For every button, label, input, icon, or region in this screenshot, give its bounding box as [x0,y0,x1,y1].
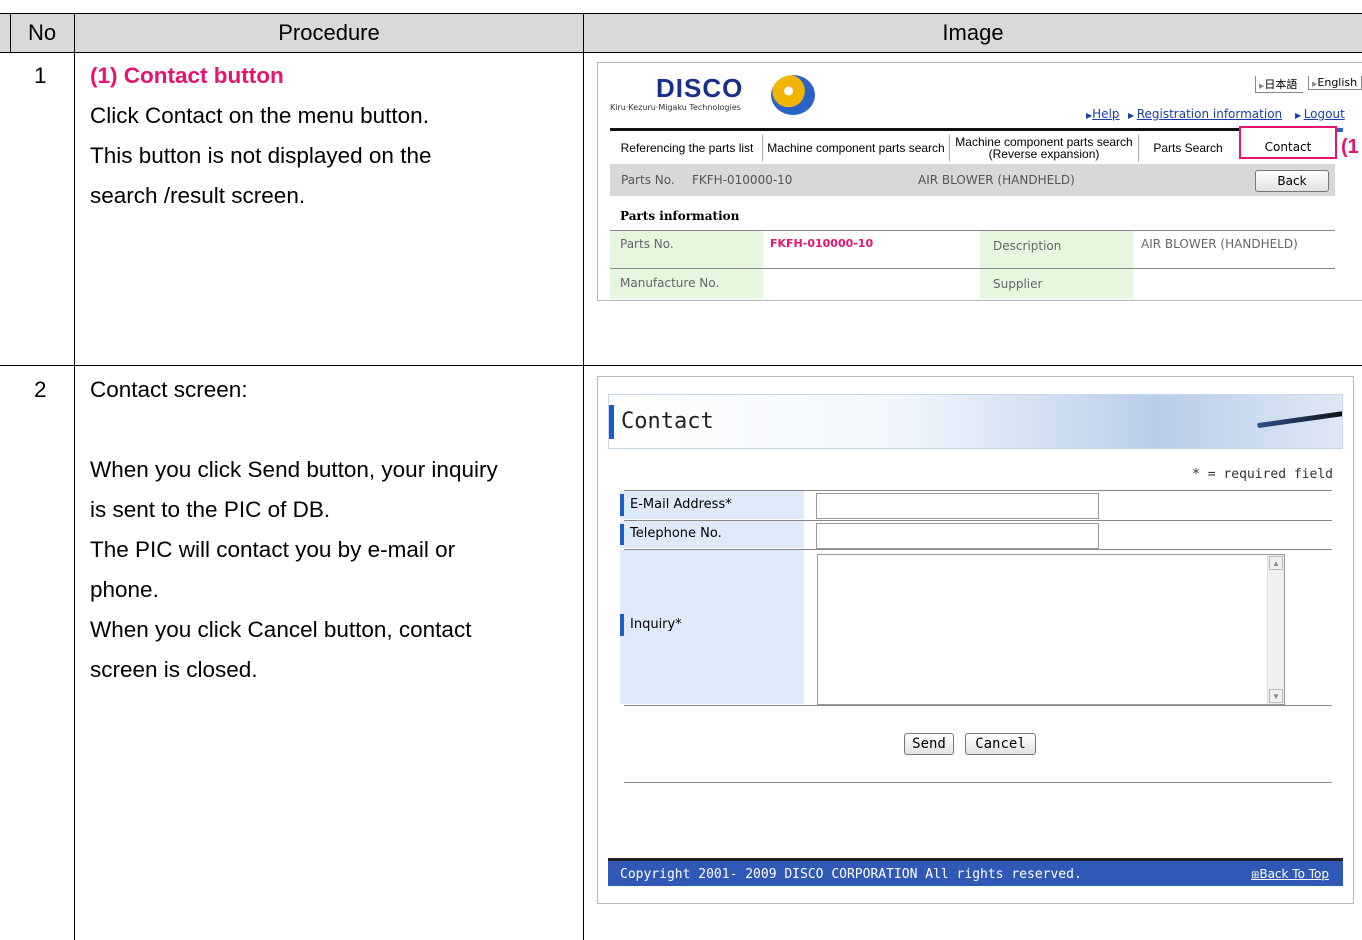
triangle-icon: ▶ [1128,111,1137,120]
info-description-value: AIR BLOWER (HANDHELD) [1141,237,1298,251]
back-to-top-link[interactable]: ⊞Back To Top [1251,867,1329,881]
row1-number: 1 [34,63,47,88]
telephone-field[interactable] [816,523,1099,549]
language-jp-link[interactable]: ▶日本語 [1255,76,1304,93]
back-to-top-label: Back To Top [1259,867,1329,881]
row1-title: (1) Contact button [90,63,284,88]
parts-bar-label: Parts No. [621,173,675,187]
row2-line3: The PIC will contact you by e-mail or [90,537,456,562]
tab-reverse-expansion[interactable]: Machine component parts search (Reverse … [950,135,1139,162]
tab-reverse-line2: (Reverse expansion) [988,147,1100,161]
tab-parts-search[interactable]: Parts Search [1139,135,1237,161]
header-procedure: Procedure [278,20,380,45]
row2-line6: screen is closed. [90,657,258,682]
logout-label: Logout [1303,107,1345,121]
label-bar [620,614,624,636]
back-button[interactable]: Back [1255,170,1329,192]
language-jp-label: 日本語 [1264,78,1298,91]
contact-screen-screenshot: Contact * = required field E-Mail Addres… [597,376,1354,904]
table-col-divider-1 [74,13,75,940]
table-border-header [0,52,1362,53]
email-label-cell: E-Mail Address* [620,491,804,519]
parts-bar-value: FKFH-010000-10 [692,173,793,187]
email-label: E-Mail Address* [630,497,732,512]
inquiry-textarea[interactable]: ▲ ▼ [817,554,1285,705]
parts-information-title: Parts information [620,209,740,223]
header-image: Image [942,20,1004,45]
row2-title: Contact screen: [90,377,248,402]
row2-line1: When you click Send button, your inquiry [90,457,498,482]
contact-banner: Contact [608,394,1343,449]
row1-line1: Click Contact on the menu button. [90,103,429,128]
info-manufacture-label: Manufacture No. [620,276,720,290]
row2-number: 2 [34,377,47,402]
row2-line2: is sent to the PIC of DB. [90,497,331,522]
tab-contact[interactable]: Contact [1239,126,1337,159]
logout-link[interactable]: ▶ Logout [1295,107,1345,121]
email-field[interactable] [816,493,1099,519]
help-link[interactable]: ▶Help [1086,107,1120,121]
pen-icon [1257,410,1342,429]
help-label: Help [1092,107,1120,121]
info-supplier-label: Supplier [993,277,1043,291]
triangle-icon: ▶ [1295,111,1304,120]
info-parts-no-label: Parts No. [620,237,674,251]
scroll-up-icon[interactable]: ▲ [1269,556,1283,570]
tab-contact-label: Contact [1264,140,1312,154]
copyright-text: Copyright 2001- 2009 DISCO CORPORATION A… [620,867,1082,882]
telephone-label: Telephone No. [630,526,722,541]
textarea-scrollbar[interactable]: ▲ ▼ [1267,555,1284,704]
registration-link[interactable]: ▶ Registration information [1128,107,1282,121]
row1-line3: search /result screen. [90,183,306,208]
disco-logo: DISCO [656,73,744,103]
label-bar [620,494,624,516]
logo-tagline: Kiru·Kezuru·Migaku Technologies [610,103,741,112]
tab-machine-component-search[interactable]: Machine component parts search [763,135,950,161]
inquiry-label: Inquiry* [630,617,682,632]
banner-accent-bar [609,405,614,439]
info-parts-no-value: FKFH-010000-10 [770,237,874,250]
parts-bar-description: AIR BLOWER (HANDHELD) [918,173,1075,187]
menu-top-rule [610,128,1343,131]
info-description-label: Description [993,239,1062,253]
header-no: No [27,20,57,45]
footer-bar: Copyright 2001- 2009 DISCO CORPORATION A… [608,858,1343,886]
table-border-row1 [0,365,1362,366]
disco-globe-icon [771,75,815,115]
row1-line2: This button is not displayed on the [90,143,432,168]
registration-label: Registration information [1136,107,1283,121]
telephone-label-cell: Telephone No. [620,521,804,548]
parts-screen-screenshot: DISCO Kiru·Kezuru·Migaku Technologies ▶日… [597,62,1362,301]
required-field-note: * = required field [1192,467,1333,482]
language-en-link[interactable]: ▶English [1308,76,1362,90]
row2-line5: When you click Cancel button, contact [90,617,472,642]
inquiry-label-cell: Inquiry* [620,550,804,704]
language-en-label: English [1317,76,1358,89]
tab-referencing-parts-list[interactable]: Referencing the parts list [612,135,763,161]
table-col-divider-2 [583,13,584,940]
form-rule-4 [624,705,1332,706]
form-rule-5 [624,782,1332,783]
row2-line4: phone. [90,577,159,602]
cancel-button[interactable]: Cancel [965,733,1036,755]
callout-label: (1 [1341,136,1359,158]
send-button[interactable]: Send [904,733,954,755]
contact-title: Contact [621,409,714,434]
label-bar [620,524,624,545]
scroll-down-icon[interactable]: ▼ [1269,689,1283,703]
